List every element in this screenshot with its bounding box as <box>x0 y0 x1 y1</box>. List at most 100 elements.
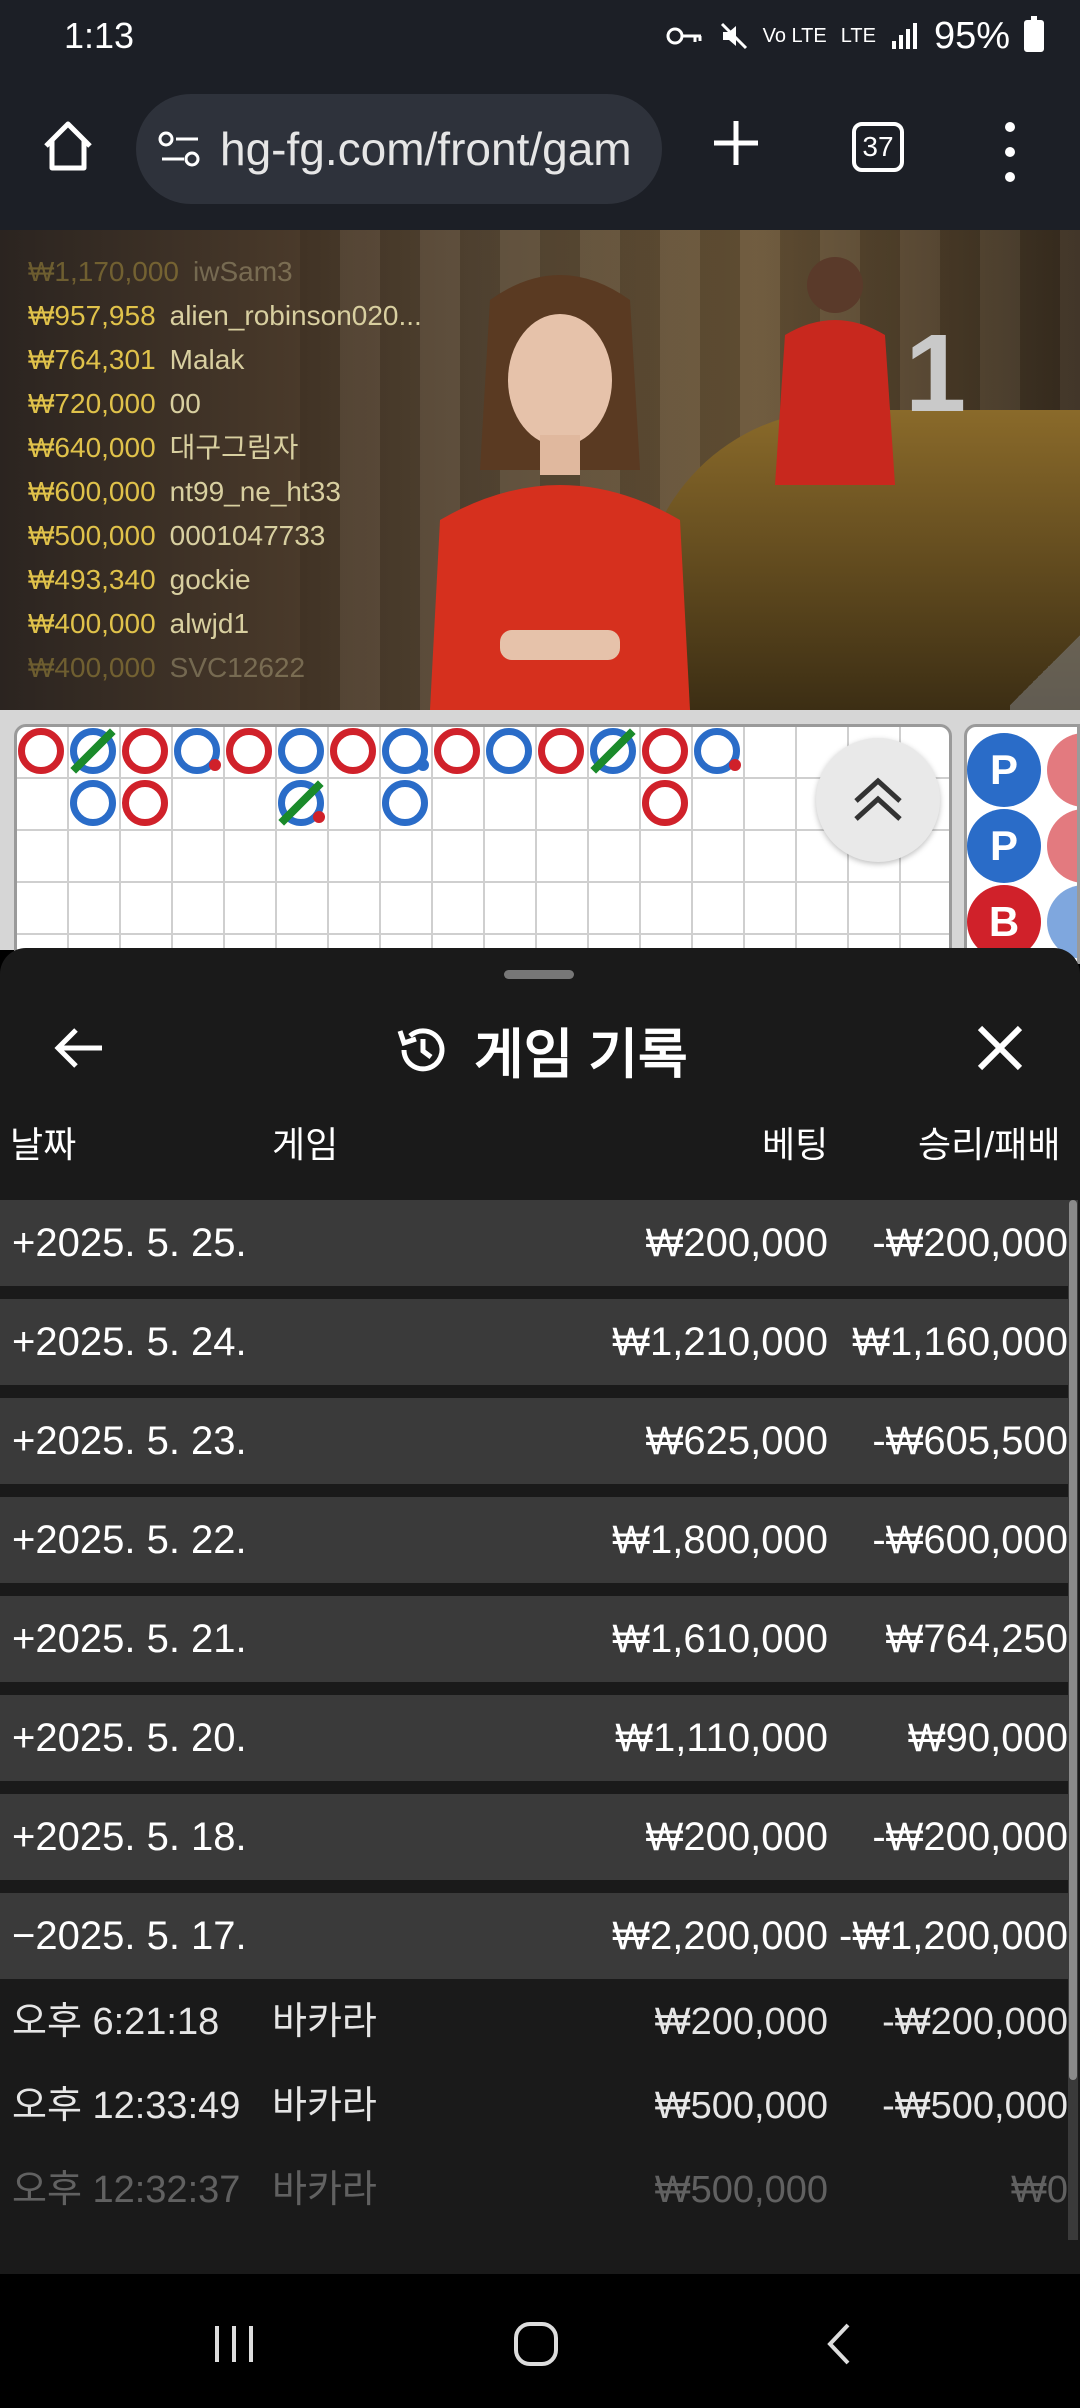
day-summary-row[interactable]: +2025. 5. 24. ₩1,210,000 ₩1,160,000 <box>0 1299 1068 1385</box>
row-win-loss: -₩200,000 <box>872 1815 1068 1859</box>
row-date: −2025. 5. 17. <box>12 1914 247 1958</box>
winner-name: alwjd1 <box>169 608 250 639</box>
side-road-badge-partial <box>1047 733 1077 807</box>
banker-mark <box>122 780 168 826</box>
day-summary-row[interactable]: +2025. 5. 21. ₩1,610,000 ₩764,250 <box>0 1596 1068 1682</box>
row-win-loss: -₩1,200,000 <box>838 1914 1068 1958</box>
expand-roadmap-button[interactable] <box>816 738 940 862</box>
row-win-loss: ₩90,000 <box>907 1716 1068 1760</box>
column-header-win-loss[interactable]: 승리/패배 <box>918 1110 1060 1180</box>
history-icon <box>397 1027 445 1071</box>
back-nav-button[interactable] <box>800 2304 880 2384</box>
row-date: +2025. 5. 23. <box>12 1419 247 1463</box>
banker-mark <box>18 728 64 774</box>
back-arrow-icon[interactable] <box>50 1018 110 1078</box>
side-road-badge: P <box>967 733 1041 807</box>
scrollbar[interactable] <box>1068 1200 1078 2240</box>
day-summary-row[interactable]: +2025. 5. 25. ₩200,000 -₩200,000 <box>0 1200 1068 1286</box>
winner-amount: ₩957,958 <box>28 300 156 331</box>
dealer <box>430 275 690 710</box>
row-bet: ₩1,210,000 <box>612 1320 828 1364</box>
winner-entry: ₩764,301 Malak <box>28 338 422 382</box>
address-bar[interactable]: hg-fg.com/front/gam <box>136 94 662 204</box>
winner-entry: ₩493,340 gockie <box>28 558 422 602</box>
winner-amount: ₩400,000 <box>28 608 156 639</box>
winner-amount: ₩493,340 <box>28 564 156 595</box>
status-icons: Vo LTE LTE 95% <box>665 15 1044 58</box>
row-bet: ₩200,000 <box>645 1815 828 1859</box>
new-tab-button[interactable] <box>706 112 766 182</box>
day-summary-row[interactable]: +2025. 5. 23. ₩625,000 -₩605,500 <box>0 1398 1068 1484</box>
more-menu-icon[interactable] <box>990 122 1030 182</box>
side-road-badge: P <box>967 809 1041 883</box>
winner-name: 00 <box>169 388 201 419</box>
recent-apps-icon <box>215 2326 253 2362</box>
detail-bet: ₩500,000 <box>654 2085 828 2127</box>
detail-game: 바카라 <box>272 2001 377 2043</box>
column-header-date[interactable]: 날짜 <box>10 1110 76 1180</box>
column-header-bet[interactable]: 베팅 <box>762 1110 828 1180</box>
battery-icon <box>1024 16 1044 52</box>
home-icon[interactable] <box>38 116 98 176</box>
volte-icon: Vo LTE <box>762 24 827 47</box>
url-text: hg-fg.com/front/gam <box>220 123 632 175</box>
recent-apps-button[interactable] <box>194 2304 274 2384</box>
pair-dot <box>209 759 221 771</box>
drag-handle[interactable] <box>504 970 574 979</box>
detail-bet: ₩500,000 <box>654 2169 828 2211</box>
browser-toolbar: hg-fg.com/front/gam 37 <box>0 72 1080 230</box>
close-icon[interactable] <box>968 1016 1032 1080</box>
row-win-loss: -₩200,000 <box>872 1221 1068 1265</box>
status-bar: 1:13 Vo LTE LTE 95% <box>0 0 1080 72</box>
background-dealer <box>775 257 895 485</box>
row-bet: ₩1,110,000 <box>615 1716 828 1760</box>
player-mark <box>278 728 324 774</box>
home-nav-button[interactable] <box>496 2304 576 2384</box>
day-summary-row[interactable]: +2025. 5. 22. ₩1,800,000 -₩600,000 <box>0 1497 1068 1583</box>
row-bet: ₩2,200,000 <box>612 1914 828 1958</box>
row-bet: ₩200,000 <box>645 1221 828 1265</box>
live-video-stream[interactable]: 1 ₩1,170,000 iwSam3 ₩957,958 alien_robinson… <box>0 230 1080 710</box>
game-detail-row[interactable]: 오후 6:21:18 바카라 ₩200,000 -₩200,000 <box>0 1980 1068 2064</box>
mute-icon <box>720 22 747 50</box>
winner-entry: ₩400,000 SVC12622 <box>28 646 422 690</box>
plus-icon <box>714 121 758 165</box>
battery-percent: 95% <box>933 14 1010 57</box>
winner-entry: ₩640,000 대구그림자 <box>28 426 422 470</box>
winner-amount: ₩400,000 <box>28 652 156 683</box>
system-nav-bar <box>0 2274 1080 2408</box>
game-detail-row[interactable]: 오후 12:33:49 바카라 ₩500,000 -₩500,000 <box>0 2064 1068 2148</box>
home-nav-icon <box>514 2322 558 2366</box>
row-date: +2025. 5. 21. <box>12 1617 247 1661</box>
row-date: +2025. 5. 20. <box>12 1716 247 1760</box>
lte-icon: LTE <box>840 24 876 47</box>
banker-mark <box>330 728 376 774</box>
detail-game: 바카라 <box>272 2085 377 2127</box>
row-date: +2025. 5. 22. <box>12 1518 247 1562</box>
day-summary-row[interactable]: +2025. 5. 18. ₩200,000 -₩200,000 <box>0 1794 1068 1880</box>
game-detail-row[interactable]: 오후 12:32:37 바카라 ₩500,000 ₩0 <box>0 2148 1068 2232</box>
day-summary-row[interactable]: +2025. 5. 20. ₩1,110,000 ₩90,000 <box>0 1695 1068 1781</box>
banker-mark <box>122 728 168 774</box>
player-mark <box>70 780 116 826</box>
detail-time: 오후 12:33:49 <box>12 2085 241 2127</box>
back-nav-icon <box>827 2323 850 2365</box>
pair-dot <box>729 759 741 771</box>
column-header-game[interactable]: 게임 <box>272 1110 338 1180</box>
status-time: 1:13 <box>64 15 135 56</box>
winner-name: nt99_ne_ht33 <box>169 476 341 507</box>
winner-entry: ₩500,000 0001047733 <box>28 514 422 558</box>
player-mark <box>382 780 428 826</box>
winner-entry: ₩957,958 alien_robinson020... <box>28 294 422 338</box>
side-road-badge-partial <box>1047 809 1077 883</box>
sheet-title-group: 게임 기록 <box>394 1010 688 1089</box>
site-settings-icon[interactable] <box>158 129 202 169</box>
tab-switcher-button[interactable]: 37 <box>852 122 904 172</box>
winner-amount: ₩1,170,000 <box>28 256 179 287</box>
side-road: PPB <box>964 724 1080 964</box>
sheet-title: 게임 기록 <box>474 1025 688 1085</box>
day-summary-row[interactable]: −2025. 5. 17. ₩2,200,000 -₩1,200,000 <box>0 1893 1068 1979</box>
winner-name: 0001047733 <box>169 520 326 551</box>
key-icon <box>666 27 702 45</box>
winner-entry: ₩400,000 alwjd1 <box>28 602 422 646</box>
